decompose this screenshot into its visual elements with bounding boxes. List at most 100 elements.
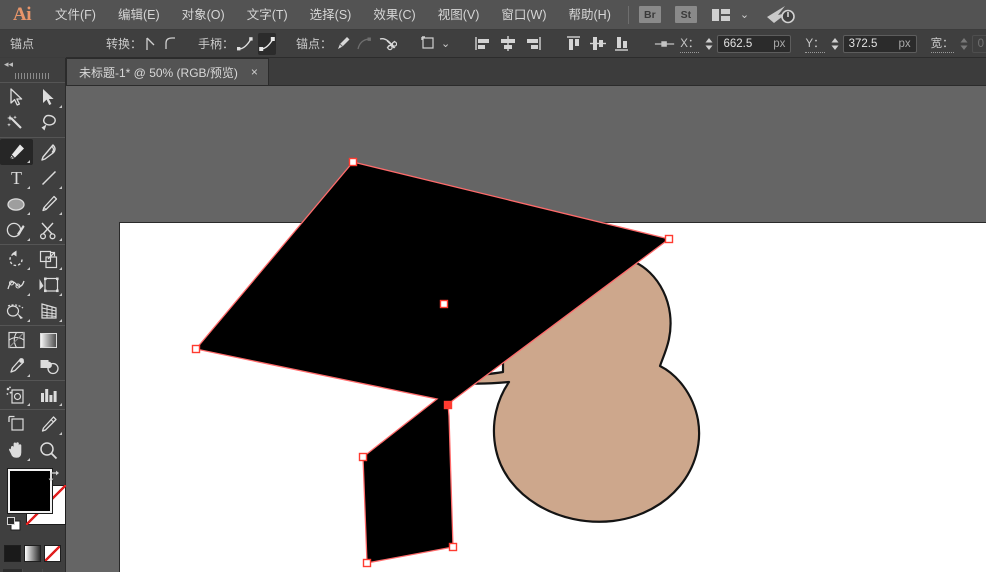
y-coordinate-field[interactable]: Y： 372.5 px — [803, 35, 916, 53]
convert-to-corner-icon[interactable] — [144, 33, 159, 55]
transform-handle-icon[interactable] — [654, 33, 676, 55]
blend-tool[interactable] — [33, 353, 66, 379]
show-handles-icon[interactable] — [236, 33, 254, 55]
align-top-icon[interactable] — [564, 33, 584, 55]
curvature-tool[interactable] — [33, 139, 66, 165]
rotate-tool[interactable] — [0, 246, 33, 272]
default-fill-stroke-icon[interactable] — [6, 516, 22, 537]
tool-group-symbols — [0, 380, 65, 409]
ellipse-tool[interactable] — [0, 191, 33, 217]
document-tab-bar: 未标题-1* @ 50% (RGB/预览) × — [0, 58, 986, 86]
width-stepper — [958, 35, 970, 53]
y-value: 372.5 — [849, 38, 878, 50]
isolate-selected-object-icon[interactable] — [419, 33, 438, 55]
stock-button[interactable]: St — [675, 6, 697, 23]
anchor-point[interactable] — [441, 301, 448, 308]
convert-to-smooth-icon[interactable] — [163, 33, 178, 55]
anchor-point[interactable] — [364, 560, 371, 567]
menu-file[interactable]: 文件(F) — [44, 0, 107, 30]
tools-panel: ◂◂ — [0, 58, 66, 572]
collapse-panel-icon[interactable]: ◂◂ — [0, 58, 65, 70]
color-button[interactable] — [4, 545, 21, 562]
anchor-point[interactable] — [193, 346, 200, 353]
app-logo-icon: Ai — [0, 0, 44, 30]
direct-selection-tool[interactable] — [33, 84, 66, 110]
arrange-documents-icon[interactable] — [711, 8, 731, 22]
anchor-point[interactable] — [360, 454, 367, 461]
tool-group-navigation — [0, 409, 65, 464]
scale-tool[interactable] — [33, 246, 66, 272]
swap-fill-stroke-icon[interactable] — [47, 469, 63, 489]
none-button[interactable] — [44, 545, 61, 562]
column-graph-tool[interactable] — [33, 382, 66, 408]
perspective-grid-tool[interactable] — [33, 298, 66, 324]
y-stepper[interactable] — [829, 35, 841, 53]
gradient-button[interactable] — [24, 545, 41, 562]
x-coordinate-field[interactable]: X： 662.5 px — [678, 35, 791, 53]
artboard-tool[interactable] — [0, 411, 33, 437]
menu-help[interactable]: 帮助(H) — [558, 0, 622, 30]
align-right-icon[interactable] — [522, 33, 542, 55]
align-center-vertical-icon[interactable] — [588, 33, 608, 55]
fill-swatch[interactable] — [8, 469, 52, 513]
cut-path-icon[interactable] — [378, 33, 397, 55]
tool-flyout-indicator — [59, 105, 62, 108]
control-panel-title: 锚点 — [10, 35, 88, 52]
document-tab[interactable]: 未标题-1* @ 50% (RGB/预览) × — [66, 58, 269, 85]
anchor-point-selected[interactable] — [445, 402, 452, 409]
zoom-tool[interactable] — [33, 437, 66, 463]
x-input[interactable]: 662.5 px — [717, 35, 791, 53]
slice-tool[interactable] — [33, 411, 66, 437]
width-tool[interactable] — [0, 272, 33, 298]
tool-flyout-indicator — [27, 458, 30, 461]
connect-anchor-icon — [356, 33, 374, 55]
hide-handles-icon[interactable] — [258, 33, 276, 55]
align-bottom-icon[interactable] — [612, 33, 632, 55]
tool-flyout-indicator — [27, 186, 30, 189]
gradient-tool[interactable] — [33, 327, 66, 353]
menu-view[interactable]: 视图(V) — [427, 0, 491, 30]
align-center-horizontal-icon[interactable] — [498, 33, 518, 55]
illustrator-brand-icon[interactable] — [765, 4, 795, 26]
canvas-area[interactable] — [66, 86, 986, 572]
close-icon[interactable]: × — [249, 65, 260, 79]
shaper-tool[interactable] — [0, 217, 33, 243]
y-unit: px — [898, 38, 910, 50]
menu-window[interactable]: 窗口(W) — [490, 0, 557, 30]
x-stepper[interactable] — [703, 35, 715, 53]
isolate-chevron-down-icon[interactable]: ⌄ — [441, 37, 450, 50]
align-left-icon[interactable] — [474, 33, 494, 55]
line-segment-tool[interactable] — [33, 165, 66, 191]
anchor-point[interactable] — [666, 236, 673, 243]
selection-tool[interactable] — [0, 84, 33, 110]
paintbrush-tool[interactable] — [33, 191, 66, 217]
tool-flyout-indicator — [27, 319, 30, 322]
menu-object[interactable]: 对象(O) — [171, 0, 236, 30]
shape-builder-tool[interactable] — [0, 298, 33, 324]
menu-select[interactable]: 选择(S) — [299, 0, 363, 30]
magic-wand-tool[interactable] — [0, 110, 33, 136]
menu-type[interactable]: 文字(T) — [236, 0, 299, 30]
menu-edit[interactable]: 编辑(E) — [107, 0, 171, 30]
chevron-down-icon[interactable]: ⌄ — [740, 8, 749, 21]
hand-tool[interactable] — [0, 437, 33, 463]
pen-tool[interactable] — [0, 139, 33, 165]
anchor-point[interactable] — [450, 544, 457, 551]
bridge-button[interactable]: Br — [639, 6, 661, 23]
scissors-tool[interactable] — [33, 217, 66, 243]
free-transform-tool[interactable] — [33, 272, 66, 298]
anchor-point[interactable] — [350, 159, 357, 166]
eyedropper-tool[interactable] — [0, 353, 33, 379]
y-input[interactable]: 372.5 px — [843, 35, 917, 53]
tools-panel-grip[interactable] — [0, 70, 65, 82]
width-input: 0 px — [972, 35, 986, 53]
tool-flyout-indicator — [59, 403, 62, 406]
remove-anchor-icon[interactable] — [334, 33, 352, 55]
menu-effect[interactable]: 效果(C) — [362, 0, 426, 30]
x-label: X： — [680, 35, 699, 53]
symbol-sprayer-tool[interactable] — [0, 382, 33, 408]
lasso-tool[interactable] — [33, 110, 66, 136]
tool-group-drawing: T — [0, 137, 65, 244]
mesh-tool[interactable] — [0, 327, 33, 353]
type-tool[interactable]: T — [0, 165, 33, 191]
